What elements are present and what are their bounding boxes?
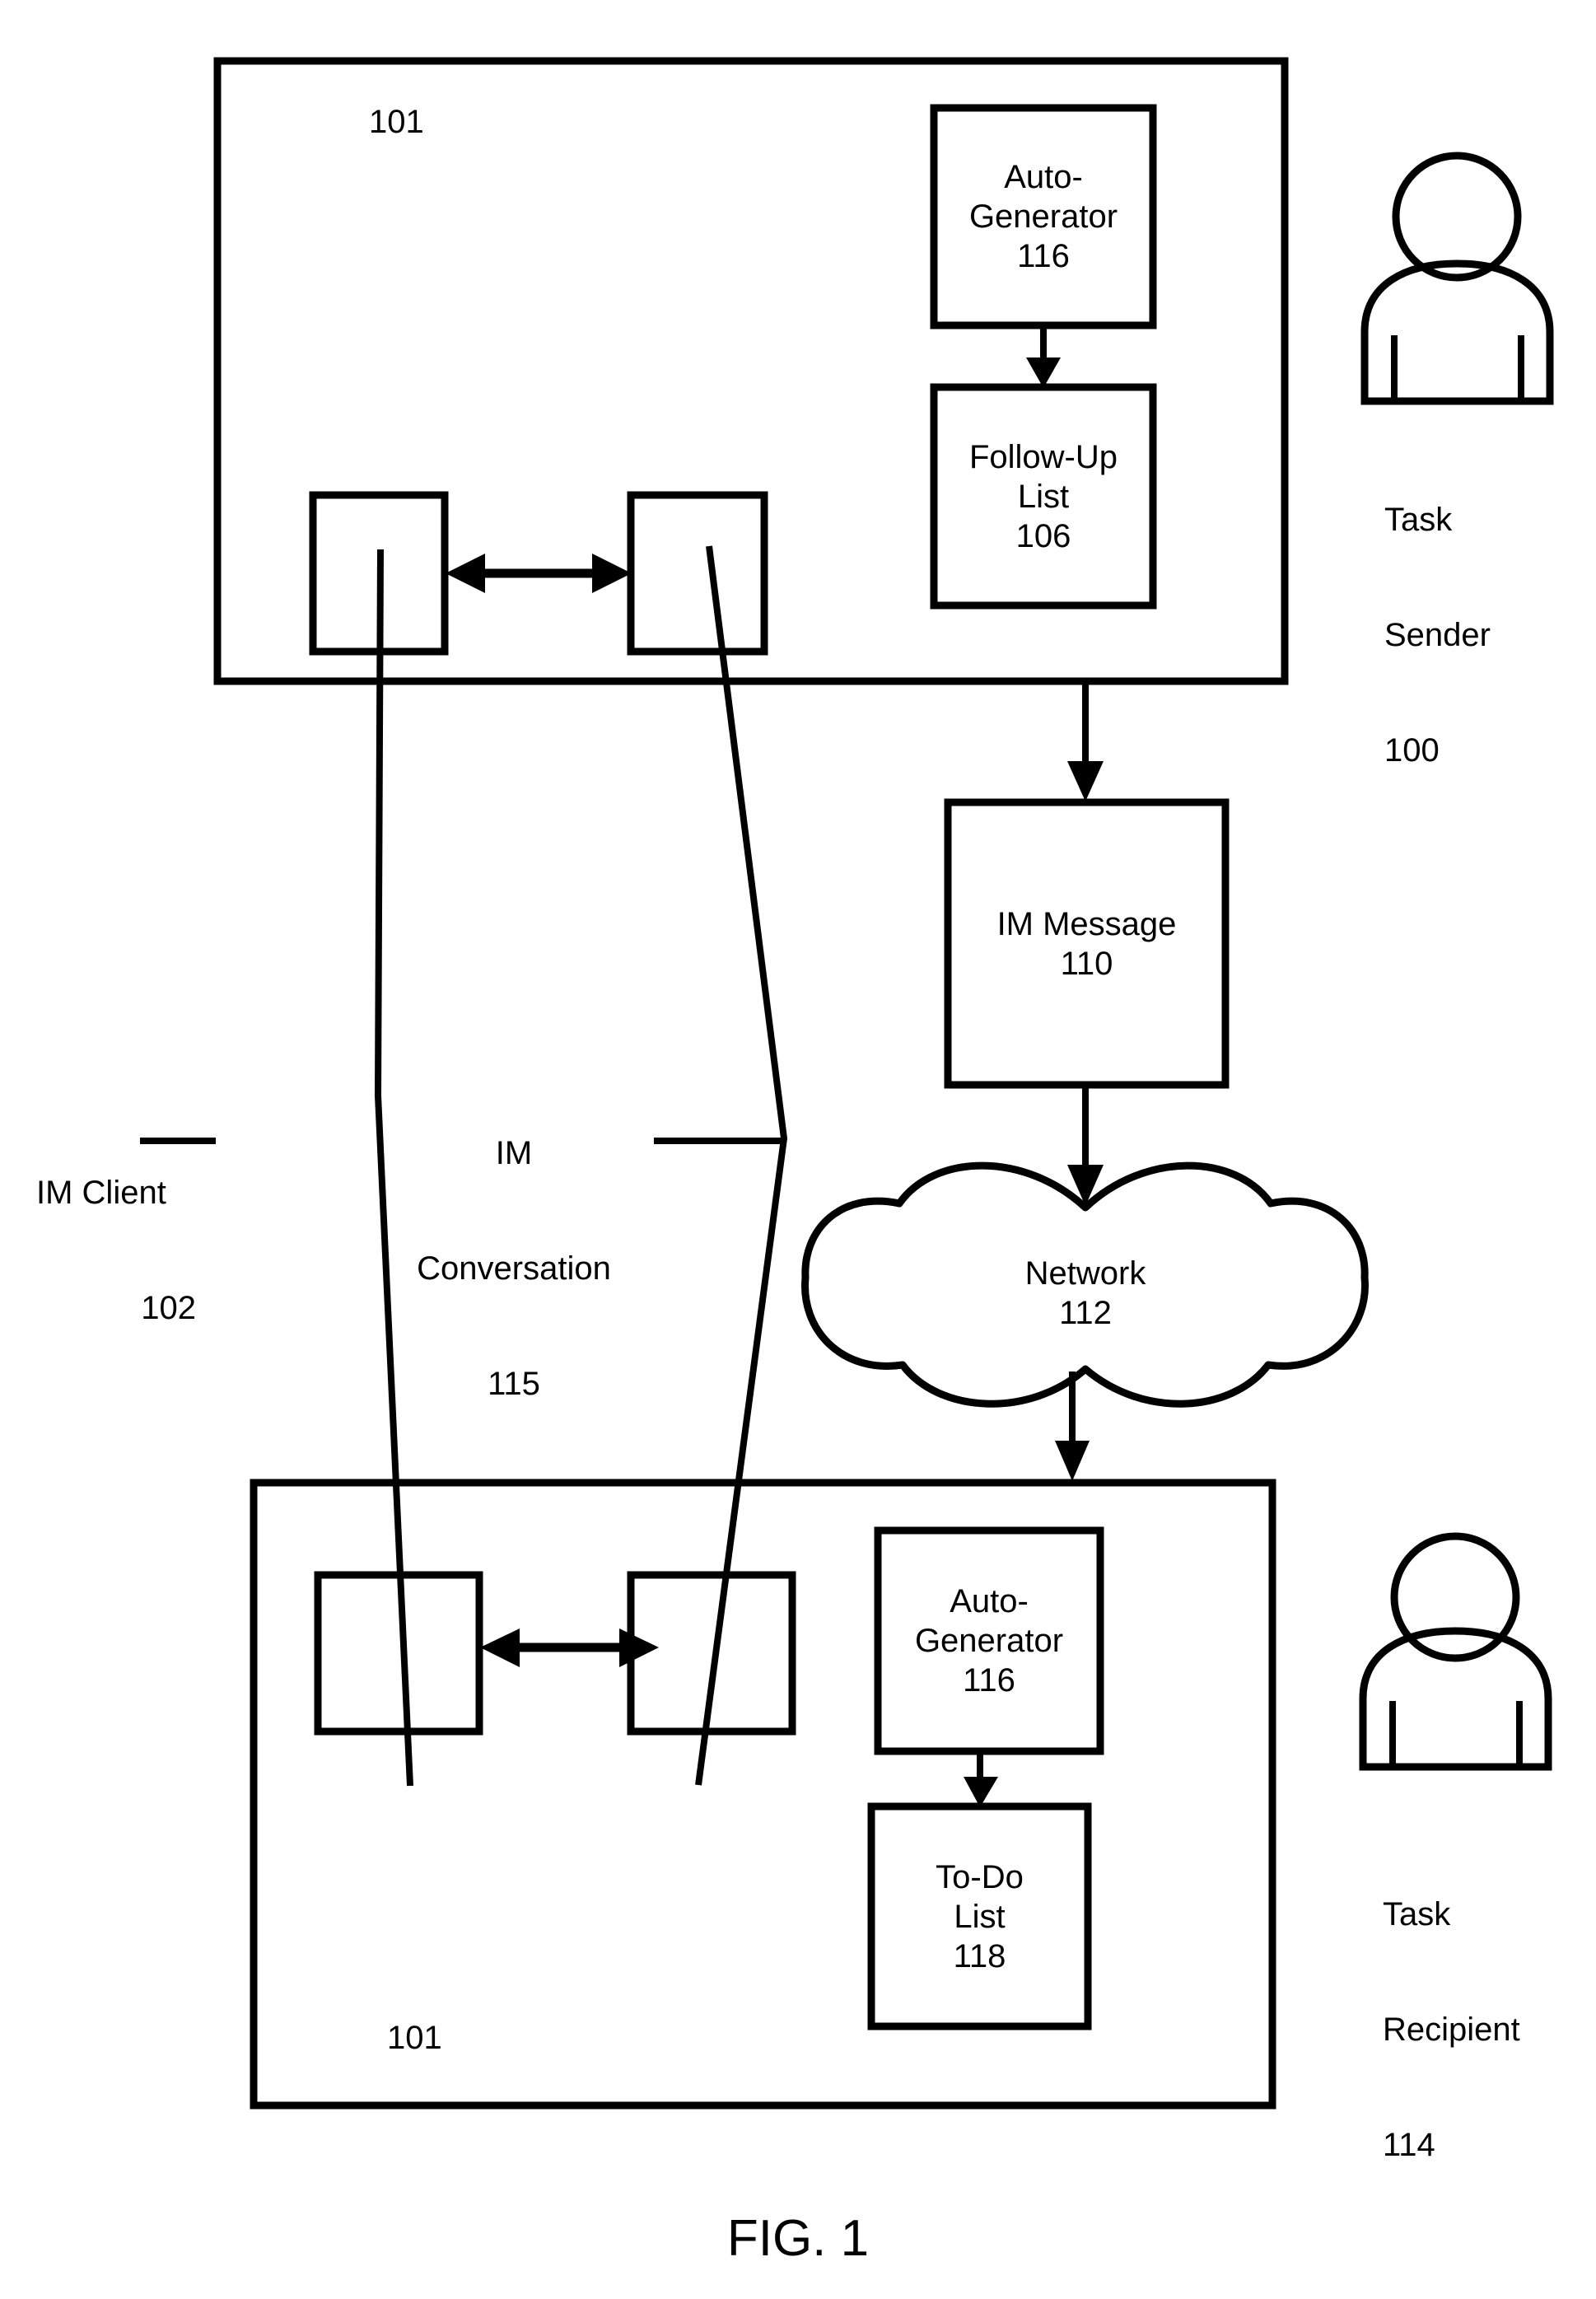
task-recipient-line2: Recipient bbox=[1383, 2011, 1520, 2048]
recipient-client-bidir-arrowhead-left bbox=[480, 1628, 520, 1667]
task-sender-line1: Task bbox=[1384, 501, 1453, 538]
task-recipient-body-icon bbox=[1359, 1627, 1552, 1771]
im-conversation-leader-line1: IM bbox=[495, 1134, 533, 1171]
network-cloud-label: Network 112 bbox=[962, 1219, 1209, 1367]
recipient-panel-frame bbox=[250, 1479, 1276, 2110]
im-conversation-leader-line2: Conversation bbox=[417, 1250, 611, 1287]
recipient-client-box-right bbox=[627, 1571, 796, 1736]
recipient-auto-generator-ref: 116 bbox=[963, 1662, 1015, 1699]
task-recipient-label: Task Recipient 114 bbox=[1383, 1818, 1596, 2242]
task-recipient-line1: Task bbox=[1383, 1895, 1451, 1932]
follow-up-list-label: Follow-Up List 106 bbox=[934, 387, 1153, 605]
network-cloud-line1: Network bbox=[1024, 1255, 1146, 1292]
recipient-autogen-to-todo-arrowhead bbox=[964, 1777, 998, 1807]
im-client-leader-label: IM Client 102 bbox=[36, 1096, 226, 1404]
im-conversation-leader-label: IM Conversation 115 bbox=[376, 1057, 652, 1481]
im-client-leader-ref: 102 bbox=[141, 1289, 196, 1326]
im-message-line1: IM Message bbox=[996, 905, 1177, 942]
recipient-client-box-left bbox=[314, 1571, 483, 1736]
sender-client-bidir-arrowhead-left bbox=[446, 554, 485, 593]
im-client-leader-line1: IM Client bbox=[36, 1174, 166, 1211]
sender-client-bidir-arrowhead-right bbox=[592, 554, 632, 593]
task-sender-label: Task Sender 100 bbox=[1384, 423, 1590, 848]
task-sender-body-icon bbox=[1360, 259, 1554, 405]
network-to-recipient-arrowhead bbox=[1055, 1441, 1090, 1481]
sender-client-box-right bbox=[627, 491, 768, 656]
todo-list-line1: To-Do bbox=[936, 1858, 1024, 1895]
diagram-vector-layer bbox=[140, 57, 1554, 2110]
network-cloud-ref: 112 bbox=[1059, 1295, 1112, 1331]
task-sender-head-icon bbox=[1392, 152, 1522, 282]
recipient-auto-generator-label: Auto- Generator 116 bbox=[878, 1530, 1100, 1751]
im-conversation-leader-line bbox=[695, 545, 788, 1786]
figure-caption: FIG. 1 bbox=[726, 2210, 870, 2267]
sender-auto-generator-ref: 116 bbox=[1017, 238, 1070, 274]
follow-up-list-line2: List bbox=[1017, 478, 1070, 515]
sender-auto-generator-line2: Generator bbox=[968, 199, 1118, 235]
task-recipient-ref: 114 bbox=[1383, 2127, 1435, 2164]
todo-list-ref: 118 bbox=[953, 1937, 1006, 1974]
sender-auto-generator-line1: Auto- bbox=[1004, 159, 1083, 195]
follow-up-list-line1: Follow-Up bbox=[968, 438, 1118, 475]
task-sender-ref: 100 bbox=[1384, 732, 1440, 769]
sender-auto-generator-label: Auto- Generator 116 bbox=[934, 108, 1153, 325]
sender-autogen-to-followup-arrowhead bbox=[1026, 357, 1061, 388]
sender-panel-ref-number: 101 bbox=[369, 104, 424, 140]
im-message-label: IM Message 110 bbox=[948, 802, 1225, 1085]
im-conversation-leader-ref: 115 bbox=[488, 1366, 540, 1403]
recipient-auto-generator-line2: Generator bbox=[914, 1623, 1064, 1659]
todo-list-label: To-Do List 118 bbox=[871, 1806, 1088, 2026]
recipient-panel-ref-number: 101 bbox=[387, 2020, 442, 2056]
task-recipient-head-icon bbox=[1390, 1532, 1520, 1662]
follow-up-list-ref: 106 bbox=[1015, 517, 1071, 554]
im-message-to-network-arrowhead bbox=[1067, 1165, 1104, 1206]
recipient-client-bidir-arrowhead-right bbox=[619, 1628, 659, 1667]
figure-canvas: 101 Auto- Generator 116 Follow-Up List 1… bbox=[0, 0, 1596, 2299]
recipient-auto-generator-line1: Auto- bbox=[950, 1583, 1029, 1619]
todo-list-line2: List bbox=[954, 1898, 1006, 1935]
sender-client-box-left bbox=[309, 491, 449, 656]
im-message-ref: 110 bbox=[1060, 945, 1113, 982]
task-sender-line2: Sender bbox=[1384, 616, 1491, 653]
sender-to-im-message-arrowhead bbox=[1067, 761, 1104, 801]
